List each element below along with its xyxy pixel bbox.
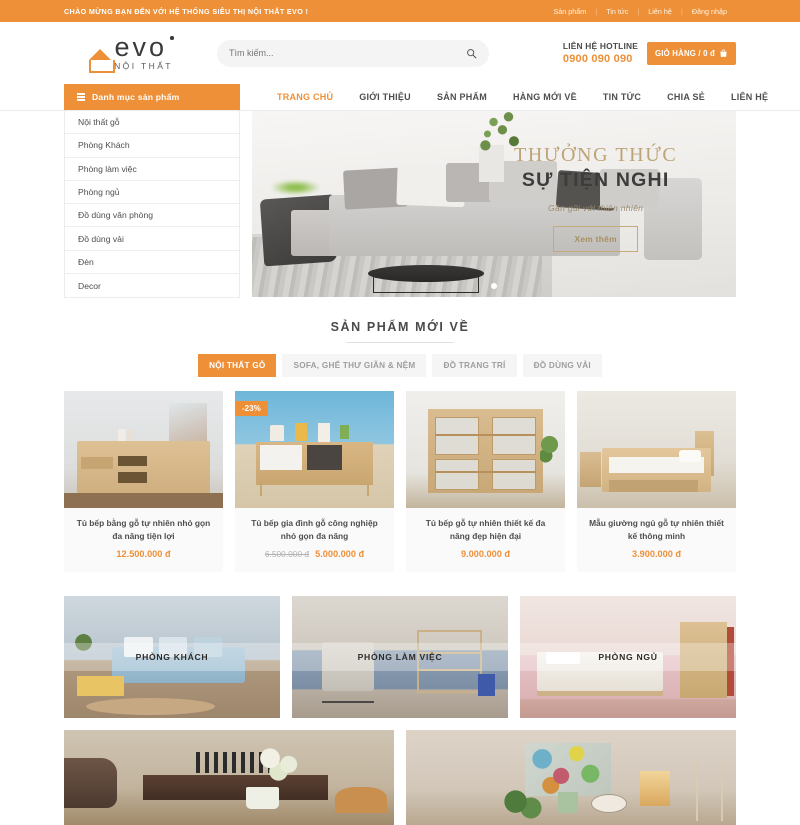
content-upper: Nội thất gỗ Phòng Khách Phòng làm việc P…: [0, 111, 800, 299]
product-grid: Tủ bếp bằng gỗ tự nhiên nhỏ gọn đa năng …: [64, 391, 736, 572]
logo-tagline: NỘI THẤT: [114, 60, 173, 71]
bottom-banner-decor[interactable]: [406, 729, 736, 825]
category-banner-office[interactable]: PHÒNG LÀM VIỆC: [292, 595, 508, 718]
hero-headline-1: THƯỞNG THỨC: [514, 144, 678, 167]
product-name: Mẫu giường ngủ gỗ tự nhiên thiết kế thôn…: [589, 518, 724, 541]
hero-banner[interactable]: THƯỞNG THỨC SỰ TIỆN NGHI Gần gũi với thi…: [252, 111, 736, 297]
hero-text-block: THƯỞNG THỨC SỰ TIỆN NGHI Gần gũi với thi…: [484, 144, 707, 253]
tab-do-dung-vai[interactable]: ĐỒ DÙNG VẢI: [522, 354, 602, 378]
nav-item-home[interactable]: TRANG CHỦ: [264, 92, 346, 102]
category-panel-header[interactable]: Danh mục sản phẩm: [64, 84, 240, 110]
welcome-message: CHÀO MỪNG BẠN ĐẾN VỚI HỆ THỐNG SIÊU THỊ …: [64, 6, 309, 16]
sidebar-item-phong-lam-viec[interactable]: Phòng làm việc: [65, 158, 239, 181]
top-link-contact[interactable]: Liên hệ: [639, 7, 681, 16]
hotline-number[interactable]: 0900 090 090: [563, 53, 638, 65]
sidebar-item-phong-khach[interactable]: Phòng Khách: [65, 134, 239, 158]
main-nav-row: Danh mục sản phẩm TRANG CHỦ GIỚI THIỆU S…: [0, 84, 800, 111]
product-price: 3.900.000 đ: [631, 548, 682, 559]
hotline-label: LIÊN HỆ HOTLINE: [562, 41, 639, 51]
discount-badge: -23%: [235, 401, 268, 417]
product-info: Tủ bếp gia đình gỗ công nghiệp nhỏ gọn đ…: [235, 508, 394, 571]
sidebar-item-do-dung-van-phong[interactable]: Đồ dùng văn phòng: [65, 204, 239, 228]
tab-noi-that-go[interactable]: NỘI THẤT GỖ: [198, 354, 277, 378]
product-info: Tủ bếp gỗ tự nhiên thiết kế đa năng đẹp …: [406, 508, 565, 571]
tab-sofa-ghe-thu-gian-nem[interactable]: SOFA, GHẾ THƯ GIÃN & NỆM: [282, 354, 427, 378]
product-price: 5.000.000 đ: [315, 548, 365, 559]
top-nav-links: Sản phẩm | Tin tức | Liên hệ | Đăng nhập: [544, 7, 736, 16]
sidebar-item-den[interactable]: Đèn: [65, 251, 239, 275]
product-price: 12.500.000 đ: [116, 548, 171, 559]
sidebar-item-do-dung-vai[interactable]: Đồ dùng vải: [65, 227, 239, 251]
nav-item-news[interactable]: TIN TỨC: [590, 92, 654, 102]
category-sidebar: Nội thất gỗ Phòng Khách Phòng làm việc P…: [64, 111, 240, 299]
nav-item-new-arrivals[interactable]: HÀNG MỚI VỀ: [500, 92, 590, 102]
product-prices: 9.000.000 đ: [417, 549, 554, 559]
product-name: Tủ bếp gia đình gỗ công nghiệp nhỏ gọn đ…: [251, 518, 378, 541]
new-products-section: SẢN PHẨM MỚI VỀ NỘI THẤT GỖ SOFA, GHẾ TH…: [0, 320, 800, 572]
category-banner-label: PHÒNG KHÁCH: [64, 642, 280, 671]
hamburger-icon: [77, 93, 85, 101]
cart-button-label: GIỎ HÀNG / 0 đ: [655, 48, 715, 58]
nav-item-contact[interactable]: LIÊN HỆ: [718, 92, 781, 102]
product-old-price: 6.500.000 đ: [264, 548, 310, 559]
category-panel-title: Danh mục sản phẩm: [92, 92, 180, 102]
category-banner-bedroom[interactable]: PHÒNG NGỦ: [520, 595, 736, 718]
nav-item-about[interactable]: GIỚI THIỆU: [346, 92, 424, 102]
category-banner-label: PHÒNG NGỦ: [520, 642, 736, 671]
hero-slider-dots: [491, 283, 497, 289]
product-price: 9.000.000 đ: [460, 548, 511, 559]
top-link-login[interactable]: Đăng nhập: [683, 7, 736, 16]
hero-cta-button[interactable]: Xem thêm: [553, 226, 638, 253]
category-banner-row: PHÒNG KHÁCH PHÒNG LÀM VIỆC PHÒNG NGỦ: [0, 595, 800, 718]
product-card[interactable]: Mẫu giường ngủ gỗ tự nhiên thiết kế thôn…: [577, 391, 736, 572]
product-prices: 6.500.000 đ 5.000.000 đ: [246, 549, 383, 559]
hero-headline-2: SỰ TIỆN NGHI: [521, 169, 670, 192]
logo-row: evo: [89, 32, 174, 73]
nav-item-share[interactable]: CHIA SẺ: [654, 92, 718, 102]
top-announcement-bar: CHÀO MỪNG BẠN ĐẾN VỚI HỆ THỐNG SIÊU THỊ …: [0, 0, 800, 22]
nav-item-products[interactable]: SẢN PHẨM: [424, 92, 500, 102]
product-image[interactable]: -23%: [235, 391, 394, 509]
product-name: Tủ bếp gỗ tự nhiên thiết kế đa năng đẹp …: [425, 518, 546, 541]
sidebar-item-decor[interactable]: Decor: [65, 274, 239, 297]
product-image[interactable]: [406, 391, 565, 509]
sidebar-item-phong-ngu[interactable]: Phòng ngủ: [65, 181, 239, 205]
product-prices: 3.900.000 đ: [588, 549, 725, 559]
product-image[interactable]: [577, 391, 736, 509]
hero-slider-dot[interactable]: [491, 283, 497, 289]
bottom-banner-dining[interactable]: [64, 729, 394, 825]
product-info: Tủ bếp bằng gỗ tự nhiên nhỏ gọn đa năng …: [64, 508, 223, 571]
category-banner-label: PHÒNG LÀM VIỆC: [292, 642, 508, 671]
category-banner-living-room[interactable]: PHÒNG KHÁCH: [64, 595, 280, 718]
shopping-bag-icon: [720, 49, 727, 57]
product-tabs: NỘI THẤT GỖ SOFA, GHẾ THƯ GIÃN & NỆM ĐỒ …: [64, 354, 736, 378]
logo-wordmark: evo: [114, 32, 168, 63]
hero-tagline: Gần gũi với thiên nhiên: [548, 203, 644, 214]
product-prices: 12.500.000 đ: [75, 549, 212, 559]
title-divider: [346, 342, 454, 344]
tab-do-trang-tri[interactable]: ĐỒ TRANG TRÍ: [432, 354, 517, 378]
header-right-group: LIÊN HỆ HOTLINE 0900 090 090 GIỎ HÀNG / …: [563, 41, 736, 65]
search-input[interactable]: [229, 48, 466, 58]
top-link-news[interactable]: Tin tức: [597, 7, 637, 16]
top-link-products[interactable]: Sản phẩm: [544, 7, 595, 16]
site-logo[interactable]: evo NỘI THẤT: [64, 32, 199, 73]
bottom-banner-row: [0, 729, 800, 825]
product-card[interactable]: -23% Tủ bếp gia đình gỗ công nghiệp nhỏ …: [235, 391, 394, 572]
product-image[interactable]: [64, 391, 223, 509]
logo-dot-icon: [170, 36, 174, 40]
house-icon: [89, 48, 116, 73]
product-name: Tủ bếp bằng gỗ tự nhiên nhỏ gọn đa năng …: [76, 518, 211, 541]
search-icon[interactable]: [466, 48, 477, 59]
search-box[interactable]: [217, 39, 489, 67]
product-card[interactable]: Tủ bếp gỗ tự nhiên thiết kế đa năng đẹp …: [406, 391, 565, 572]
product-card[interactable]: Tủ bếp bằng gỗ tự nhiên nhỏ gọn đa năng …: [64, 391, 223, 572]
product-info: Mẫu giường ngủ gỗ tự nhiên thiết kế thôn…: [577, 508, 736, 571]
site-header: evo NỘI THẤT LIÊN HỆ HOTLINE 0900 090 09…: [0, 22, 800, 84]
hotline-block: LIÊN HỆ HOTLINE 0900 090 090: [563, 41, 638, 65]
main-navigation: TRANG CHỦ GIỚI THIỆU SẢN PHẨM HÀNG MỚI V…: [240, 84, 781, 110]
sidebar-item-noi-that-go[interactable]: Nội thất gỗ: [65, 111, 239, 135]
section-title: SẢN PHẨM MỚI VỀ: [330, 320, 470, 335]
cart-button[interactable]: GIỎ HÀNG / 0 đ: [647, 41, 736, 65]
